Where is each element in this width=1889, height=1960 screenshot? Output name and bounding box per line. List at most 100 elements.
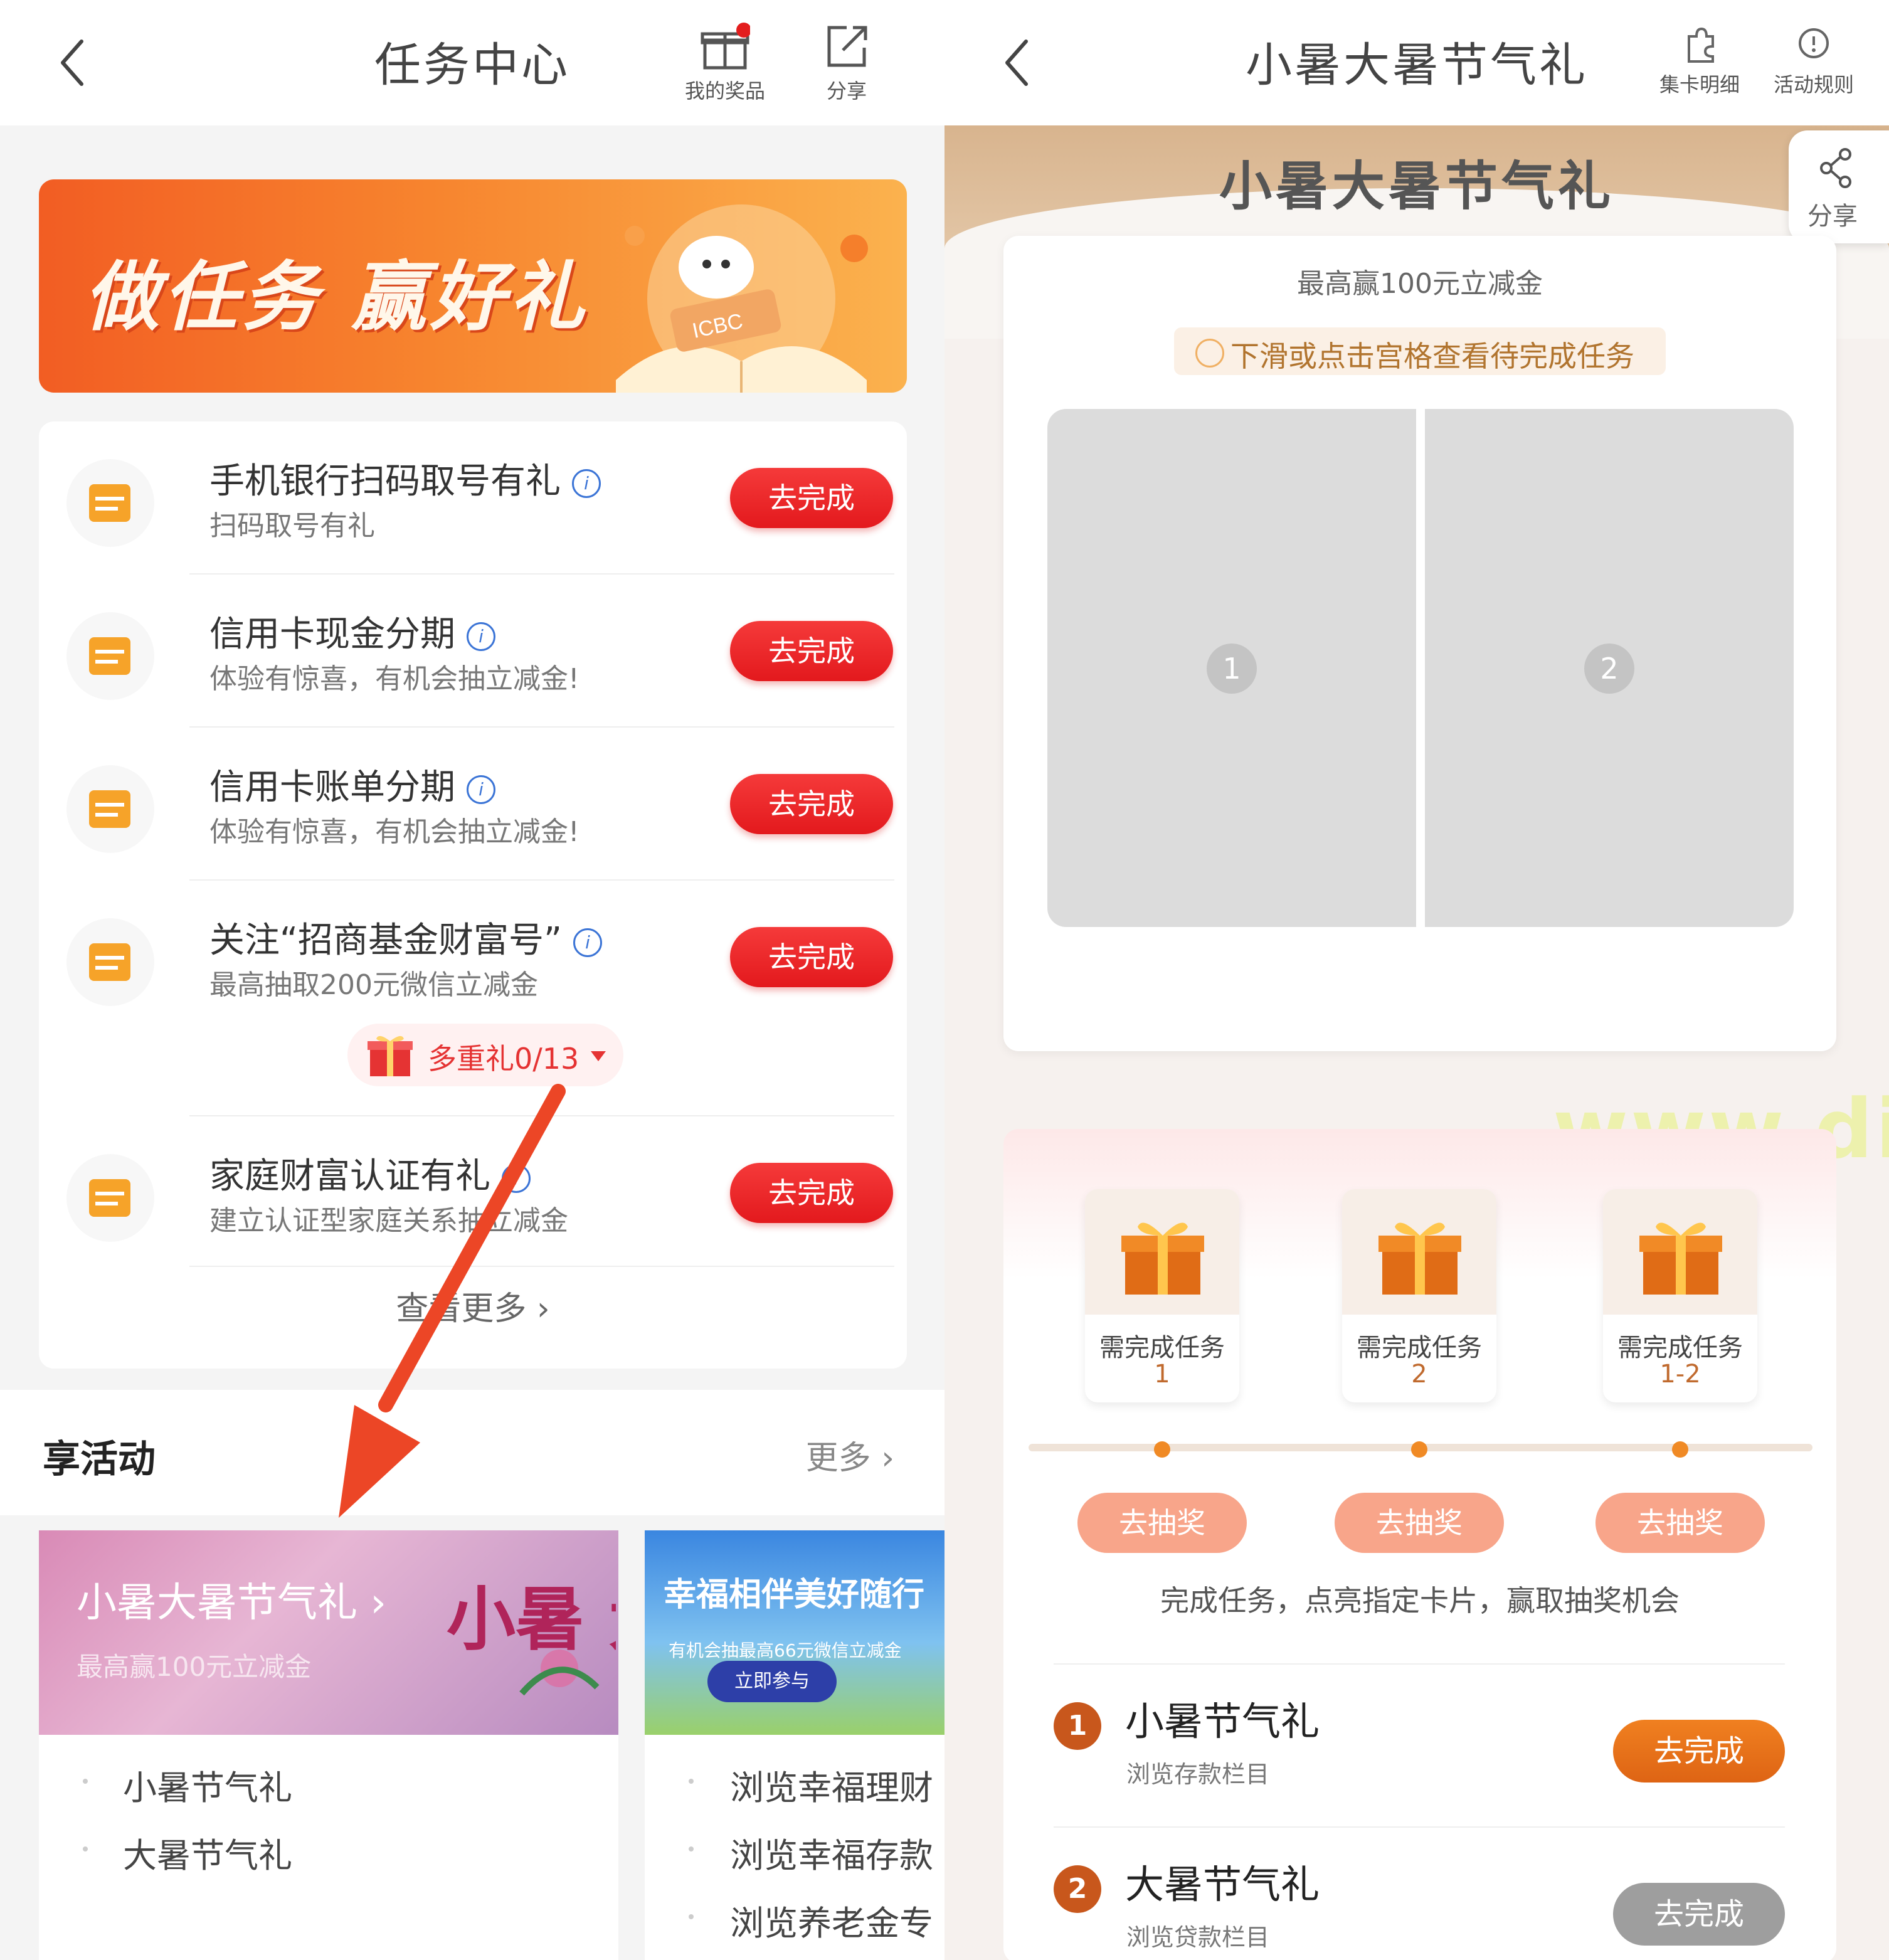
list-item[interactable]: 浏览幸福存款 bbox=[730, 1828, 933, 1877]
list-bullet bbox=[689, 1779, 694, 1784]
gift-box-icon bbox=[1378, 1222, 1461, 1295]
calendar-icon bbox=[66, 918, 154, 1006]
double-chevron-down-icon bbox=[1195, 339, 1224, 368]
complete-task-button[interactable]: 去完成 bbox=[730, 621, 893, 681]
promo-banner[interactable]: 做任务 赢好礼 ICBC bbox=[39, 179, 907, 393]
task-number-badge: 2 bbox=[1054, 1865, 1101, 1913]
share-button[interactable]: 分享 bbox=[809, 21, 884, 104]
divider bbox=[189, 1266, 894, 1267]
list-bullet bbox=[83, 1779, 88, 1784]
activity2-task-list: 浏览幸福理财 浏览幸福存款 浏览养老金专 bbox=[645, 1735, 944, 1960]
info-icon[interactable]: i bbox=[467, 775, 495, 804]
progress-node bbox=[1672, 1441, 1688, 1458]
activity-title: 幸福相伴美好随行 bbox=[664, 1576, 925, 1614]
max-reward-text: 最高赢100元立减金 bbox=[1297, 268, 1543, 300]
solar-term-header: 小暑大暑节气礼 集卡明细 活动规则 bbox=[944, 0, 1889, 125]
join-now-button[interactable]: 立即参与 bbox=[707, 1661, 837, 1702]
complete-task-button[interactable]: 去完成 bbox=[730, 468, 893, 528]
draw-button[interactable]: 去抽奖 bbox=[1077, 1493, 1247, 1553]
activity-card-solar-term[interactable]: 小暑大暑节气礼 › 最高赢100元立减金 小暑 大暑 bbox=[39, 1530, 618, 1735]
list-bullet bbox=[689, 1846, 694, 1851]
gift-box-icon bbox=[1639, 1222, 1722, 1295]
task-title: 信用卡账单分期 bbox=[209, 767, 455, 808]
card-cell[interactable]: 1 bbox=[1047, 409, 1416, 927]
task-subtitle: 体验有惊喜，有机会抽立减金! bbox=[209, 663, 579, 695]
prize-box: 需完成任务 2 bbox=[1342, 1189, 1496, 1402]
multi-gift-toggle[interactable]: 多重礼0/13 bbox=[347, 1024, 623, 1086]
complete-task-button[interactable]: 去完成 bbox=[1613, 1720, 1785, 1783]
share-icon bbox=[1820, 148, 1851, 188]
draw-button[interactable]: 去抽奖 bbox=[1335, 1493, 1504, 1553]
info-icon[interactable]: i bbox=[502, 1163, 531, 1193]
calendar-icon bbox=[66, 1154, 154, 1242]
complete-task-button[interactable]: 去完成 bbox=[730, 927, 893, 987]
task-item: 信用卡账单分期 i 体验有惊喜，有机会抽立减金! 去完成 bbox=[39, 728, 907, 879]
share-icon bbox=[827, 26, 867, 67]
view-more-link[interactable]: 查看更多 › bbox=[39, 1282, 907, 1329]
task-center-header: 任务中心 我的奖品 分享 bbox=[0, 0, 944, 125]
gift-icon bbox=[701, 23, 750, 70]
list-item[interactable]: 浏览养老金专 bbox=[730, 1895, 933, 1945]
task-subtitle: 扫码取号有礼 bbox=[209, 510, 375, 542]
task-subtitle: 浏览贷款栏目 bbox=[1126, 1924, 1270, 1951]
complete-task-button[interactable]: 去完成 bbox=[730, 1163, 893, 1223]
multi-gift-label: 多重礼0/13 bbox=[428, 1042, 579, 1076]
list-bullet bbox=[689, 1914, 694, 1919]
solar-term-gift-panel: 小暑大暑节气礼 集卡明细 活动规则 小暑大暑节气礼 分享 最高赢100元立减金 … bbox=[944, 0, 1889, 1960]
list-item[interactable]: 大暑节气礼 bbox=[123, 1828, 292, 1877]
hero-title: 小暑大暑节气礼 bbox=[1219, 156, 1614, 217]
calendar-icon bbox=[66, 459, 154, 547]
task-item: 信用卡现金分期 i 体验有惊喜，有机会抽立减金! 去完成 bbox=[39, 575, 907, 726]
task-title: 关注“招商基金财富号” bbox=[209, 920, 563, 961]
complete-task-button-disabled[interactable]: 去完成 bbox=[1613, 1883, 1785, 1946]
task-title: 小暑节气礼 bbox=[1125, 1698, 1320, 1744]
my-prizes-button[interactable]: 我的奖品 bbox=[681, 21, 769, 104]
progress-node bbox=[1411, 1441, 1427, 1458]
info-icon[interactable]: i bbox=[572, 469, 601, 498]
task-subtitle: 浏览存款栏目 bbox=[1126, 1761, 1270, 1788]
task-center-panel: 任务中心 我的奖品 分享 做任务 赢好礼 ICBC 手机银行扫码取号有礼 i 扫… bbox=[0, 0, 944, 1960]
instruction-text: 完成任务，点亮指定卡片，赢取抽奖机会 bbox=[1160, 1584, 1680, 1618]
list-item[interactable]: 浏览幸福理财 bbox=[730, 1760, 933, 1809]
task-title: 大暑节气礼 bbox=[1125, 1862, 1320, 1907]
info-circle-icon bbox=[1799, 28, 1829, 58]
floating-share-button[interactable]: 分享 bbox=[1789, 130, 1889, 243]
divider bbox=[1054, 1826, 1785, 1828]
activity-subtitle: 有机会抽最高66元微信立减金 bbox=[669, 1640, 902, 1661]
activities-header: 享活动 更多 › bbox=[0, 1390, 944, 1515]
task-title: 家庭财富认证有礼 bbox=[209, 1156, 490, 1197]
list-bullet bbox=[83, 1846, 88, 1851]
activity1-task-list: 小暑节气礼 大暑节气礼 bbox=[39, 1735, 618, 1960]
more-activities-link[interactable]: 更多 › bbox=[806, 1431, 894, 1478]
card-grid-panel: 最高赢100元立减金 下滑或点击宫格查看待完成任务 1 2 bbox=[1003, 236, 1836, 1051]
calendar-icon bbox=[66, 612, 154, 700]
task-item: 手机银行扫码取号有礼 i 扫码取号有礼 去完成 bbox=[39, 421, 907, 573]
prize-box: 需完成任务 1-2 bbox=[1603, 1189, 1757, 1402]
card-details-button[interactable]: 集卡明细 bbox=[1649, 21, 1750, 98]
activity-card-happiness[interactable]: 幸福相伴美好随行 有机会抽最高66元微信立减金 立即参与 bbox=[645, 1530, 944, 1735]
card-cell[interactable]: 2 bbox=[1425, 409, 1794, 927]
task-number-badge: 1 bbox=[1054, 1702, 1101, 1750]
red-gift-icon bbox=[368, 1036, 413, 1076]
draw-button[interactable]: 去抽奖 bbox=[1595, 1493, 1765, 1553]
activity-rules-button[interactable]: 活动规则 bbox=[1757, 21, 1870, 98]
list-item[interactable]: 小暑节气礼 bbox=[123, 1760, 292, 1809]
puzzle-icon bbox=[1688, 27, 1714, 63]
gift-box-icon bbox=[1121, 1222, 1204, 1295]
info-icon[interactable]: i bbox=[467, 622, 495, 651]
task-list-card: 手机银行扫码取号有礼 i 扫码取号有礼 去完成 信用卡现金分期 i 体验有惊喜，有机… bbox=[39, 421, 907, 1369]
prize-box: 需完成任务 1 bbox=[1085, 1189, 1239, 1402]
task-title: 手机银行扫码取号有礼 bbox=[209, 461, 561, 502]
info-icon[interactable]: i bbox=[573, 928, 603, 957]
section-title: 享活动 bbox=[43, 1438, 156, 1481]
complete-task-button[interactable]: 去完成 bbox=[730, 774, 893, 834]
card-grid: 1 2 bbox=[1047, 409, 1794, 927]
progress-node bbox=[1154, 1441, 1170, 1458]
scroll-hint: 下滑或点击宫格查看待完成任务 bbox=[1174, 327, 1666, 375]
task-item: 家庭财富认证有礼 i 建立认证型家庭关系抽立减金 去完成 bbox=[39, 1116, 907, 1268]
prize-section: 需完成任务 1 需完成任务 2 需完成任务 1-2 去抽奖 去抽奖 去抽奖 完成… bbox=[1003, 1129, 1836, 1960]
calligraphy-art: 小暑 大暑 bbox=[447, 1579, 616, 1696]
activity-title: 小暑大暑节气礼 › bbox=[77, 1580, 386, 1626]
screenshot: 任务中心 我的奖品 分享 做任务 赢好礼 ICBC 手机银行扫码取号有礼 i 扫… bbox=[0, 0, 1889, 1960]
divider bbox=[1054, 1663, 1785, 1665]
